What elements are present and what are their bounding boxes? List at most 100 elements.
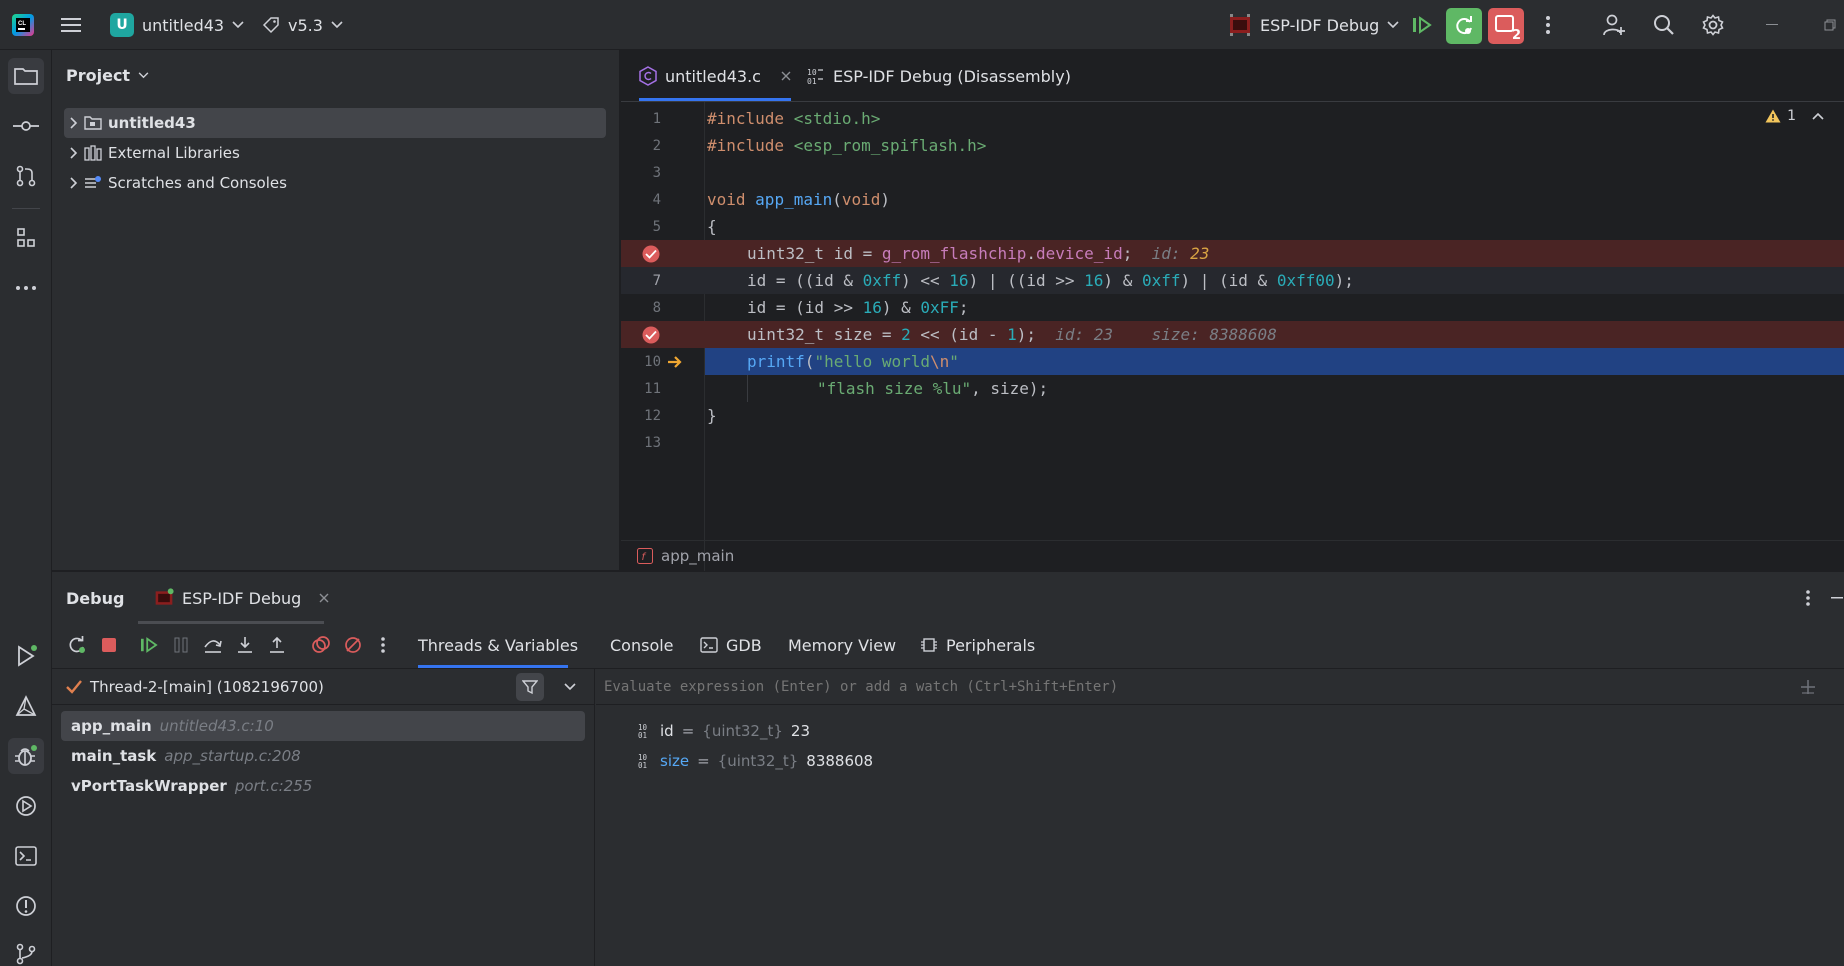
clion-logo-icon[interactable]: CL	[10, 12, 36, 38]
tab-disassembly[interactable]: 10 01 ESP-IDF Debug (Disassembly)	[807, 50, 1071, 102]
filter-frames-button[interactable]	[516, 673, 544, 701]
line-number: 13	[644, 434, 661, 451]
folder-icon	[14, 68, 38, 85]
code-area[interactable]: 1 #include <stdio.h> 2 #include <esp_rom…	[621, 102, 1844, 588]
more-tools-button[interactable]	[8, 270, 44, 306]
tab-memory-view[interactable]: Memory View	[788, 622, 896, 668]
tab-gdb[interactable]: GDB	[700, 622, 762, 668]
structure-tool-button[interactable]	[8, 220, 44, 256]
pause-button[interactable]	[168, 632, 194, 658]
structure-icon	[17, 228, 35, 247]
chevron-right-icon	[70, 147, 78, 159]
variable-row[interactable]: 10 01 id = {uint32_t} 23	[638, 717, 810, 745]
code-text: {	[707, 217, 717, 236]
hide-panel-button[interactable]	[1830, 586, 1844, 610]
tree-item-external-libraries[interactable]: External Libraries	[64, 138, 606, 168]
problems-tool-button[interactable]	[8, 888, 44, 924]
terminal-tool-button[interactable]	[8, 838, 44, 874]
project-panel-title: Project	[66, 66, 131, 85]
line-number: 4	[652, 191, 661, 208]
line-number: 1	[652, 110, 661, 127]
tree-item-project-root[interactable]: untitled43	[64, 108, 606, 138]
main-menu-icon[interactable]	[56, 10, 86, 40]
variable-row[interactable]: 10 01 size = {uint32_t} 8388608	[638, 747, 873, 775]
run-configuration-selector[interactable]: ESP-IDF Debug	[1228, 0, 1399, 50]
tab-label: GDB	[726, 635, 762, 655]
minimize-window-button[interactable]	[1760, 14, 1784, 36]
tab-untitled43-c[interactable]: untitled43.c	[639, 50, 791, 102]
code-line: 13	[621, 429, 1844, 456]
close-icon[interactable]	[319, 593, 329, 603]
pull-requests-tool-button[interactable]	[8, 158, 44, 194]
tag-icon	[262, 17, 279, 34]
esp-idf-config-icon	[155, 588, 174, 605]
restore-icon	[1824, 19, 1836, 31]
step-into-button[interactable]	[232, 632, 258, 658]
variable-equals: =	[681, 722, 695, 740]
tree-item-scratches[interactable]: Scratches and Consoles	[64, 168, 606, 198]
breakpoint-icon[interactable]	[641, 325, 661, 345]
session-count-badge: 2	[1511, 28, 1521, 43]
restore-window-button[interactable]	[1818, 14, 1842, 36]
breadcrumb[interactable]: f app_main	[621, 540, 1844, 570]
step-out-button[interactable]	[264, 632, 290, 658]
rerun-button[interactable]	[64, 632, 90, 658]
stack-frame[interactable]: app_main untitled43.c:10	[61, 711, 585, 741]
rerun-debug-button[interactable]	[1446, 8, 1482, 44]
mute-breakpoints-button[interactable]	[340, 632, 366, 658]
stack-frame[interactable]: main_task app_startup.c:208	[61, 741, 585, 771]
run-tool-button[interactable]	[8, 638, 44, 674]
settings-button[interactable]	[1697, 9, 1729, 41]
services-tool-button[interactable]	[8, 788, 44, 824]
code-text: #include <stdio.h>	[707, 109, 881, 128]
code-line: 3	[621, 159, 1844, 186]
project-tool-button[interactable]	[8, 58, 44, 94]
git-tool-button[interactable]	[8, 936, 44, 966]
step-out-icon	[270, 636, 284, 653]
stop-debug-button[interactable]: 2	[1488, 8, 1524, 44]
thread-dropdown-button[interactable]	[558, 675, 582, 699]
project-panel-header[interactable]: Project	[66, 66, 149, 85]
tab-label: Console	[610, 635, 674, 655]
close-icon[interactable]	[781, 71, 791, 81]
add-user-button[interactable]	[1598, 9, 1630, 41]
breakpoints-icon	[312, 636, 330, 653]
view-breakpoints-button[interactable]	[308, 632, 334, 658]
resume-button[interactable]	[1406, 9, 1438, 41]
svg-text:01: 01	[807, 77, 817, 85]
project-avatar: U	[110, 13, 134, 37]
debug-options-button[interactable]	[1796, 586, 1820, 610]
tab-peripherals[interactable]: Peripherals	[920, 622, 1035, 668]
stop-button[interactable]	[96, 632, 122, 658]
stack-frame[interactable]: vPortTaskWrapper port.c:255	[61, 771, 585, 801]
debug-tool-button[interactable]	[8, 738, 44, 774]
tab-debug-session[interactable]: ESP-IDF Debug	[154, 572, 329, 624]
more-actions-button[interactable]	[1534, 10, 1562, 40]
editor: untitled43.c 10 01 ESP-IDF Debug (Disasse…	[621, 50, 1844, 590]
vcs-tag-selector[interactable]: v5.3	[262, 0, 343, 50]
evaluate-expression-input[interactable]	[604, 675, 1776, 699]
search-button[interactable]	[1648, 9, 1680, 41]
commit-tool-button[interactable]	[8, 108, 44, 144]
code-text: "flash size %lu", size);	[817, 379, 1049, 398]
pause-icon	[174, 637, 188, 653]
tab-threads-variables[interactable]: Threads & Variables	[418, 622, 578, 668]
resume-program-button[interactable]	[136, 632, 162, 658]
library-icon	[84, 145, 102, 161]
cmake-tool-button[interactable]	[8, 688, 44, 724]
step-over-button[interactable]	[200, 632, 226, 658]
chevron-down-icon	[564, 683, 576, 691]
git-branch-icon	[16, 943, 36, 965]
add-watch-button[interactable]	[1796, 675, 1820, 699]
tree-item-label: External Libraries	[108, 144, 240, 162]
more-debug-actions-button[interactable]	[370, 632, 396, 658]
thread-selector[interactable]: Thread-2-[main] (1082196700)	[66, 669, 324, 705]
more-horizontal-icon	[16, 286, 36, 290]
debug-bug-icon	[15, 745, 37, 766]
breakpoint-icon[interactable]	[641, 244, 661, 264]
code-line: 1 #include <stdio.h>	[621, 105, 1844, 132]
project-selector[interactable]: U untitled43	[110, 0, 244, 50]
tab-console[interactable]: Console	[610, 622, 674, 668]
tab-label: Memory View	[788, 635, 897, 655]
svg-text:01: 01	[638, 761, 647, 769]
